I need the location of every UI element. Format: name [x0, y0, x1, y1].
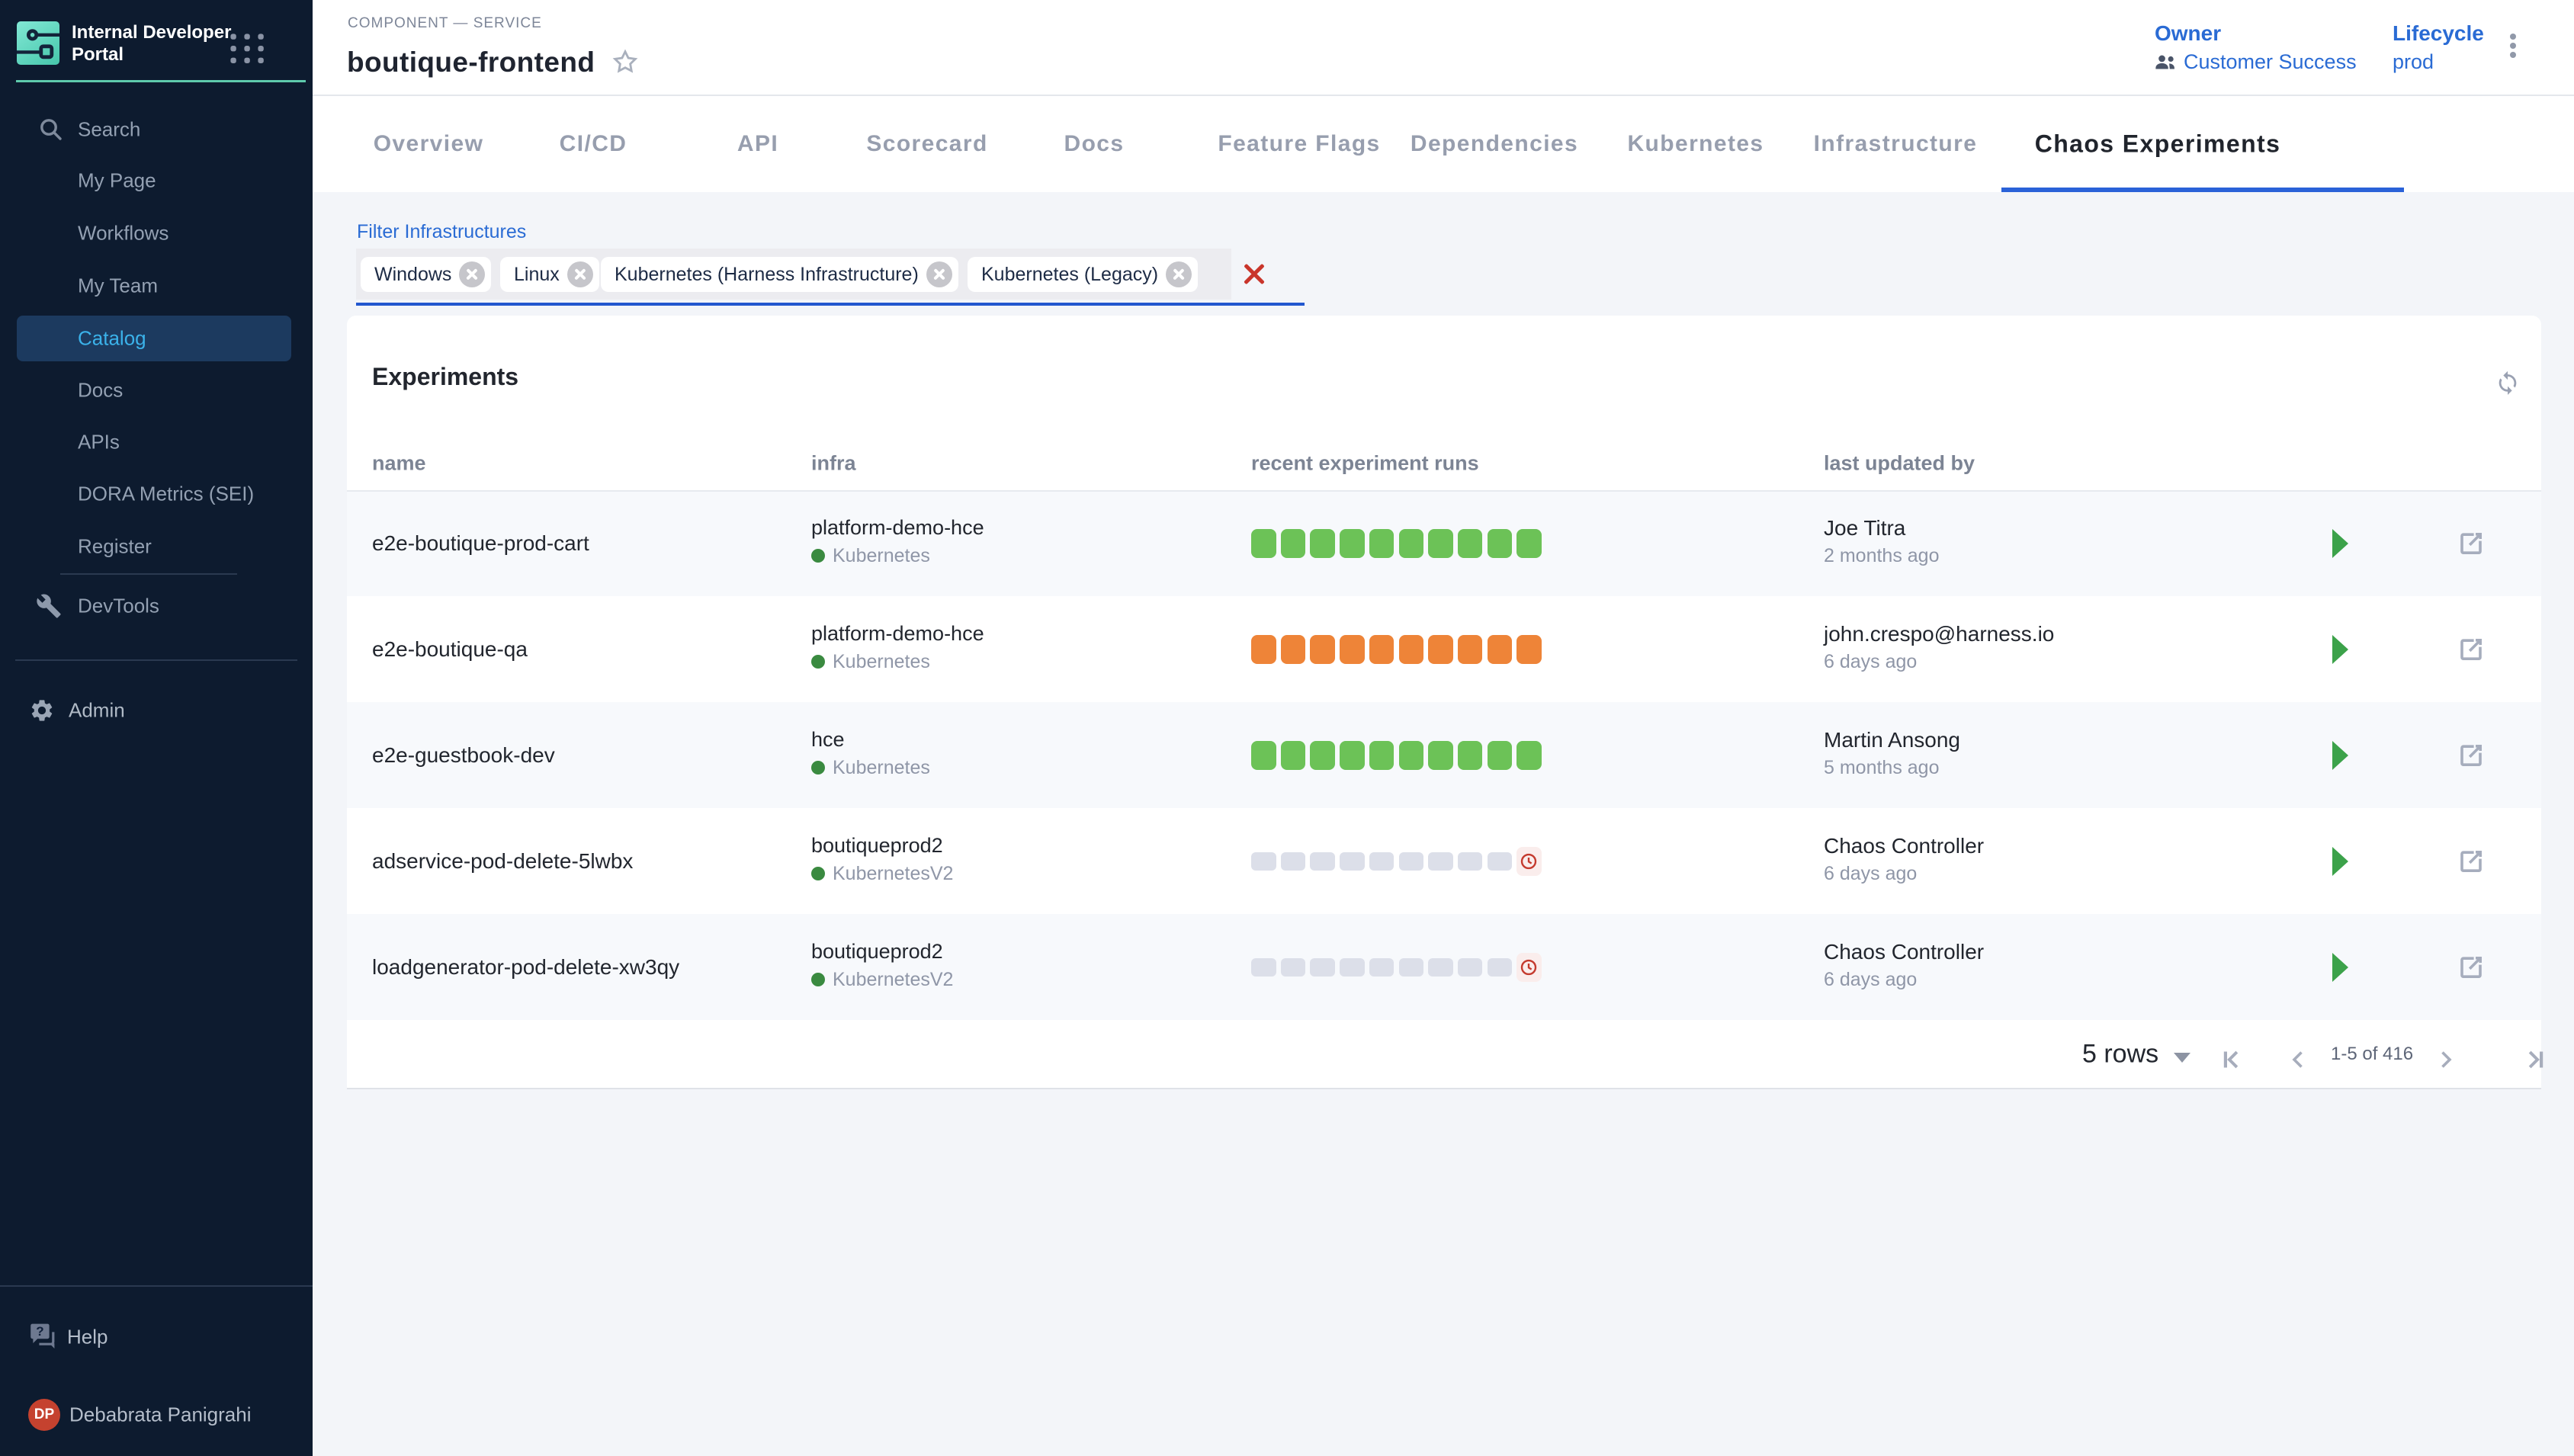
- svg-text:?: ?: [36, 1324, 43, 1339]
